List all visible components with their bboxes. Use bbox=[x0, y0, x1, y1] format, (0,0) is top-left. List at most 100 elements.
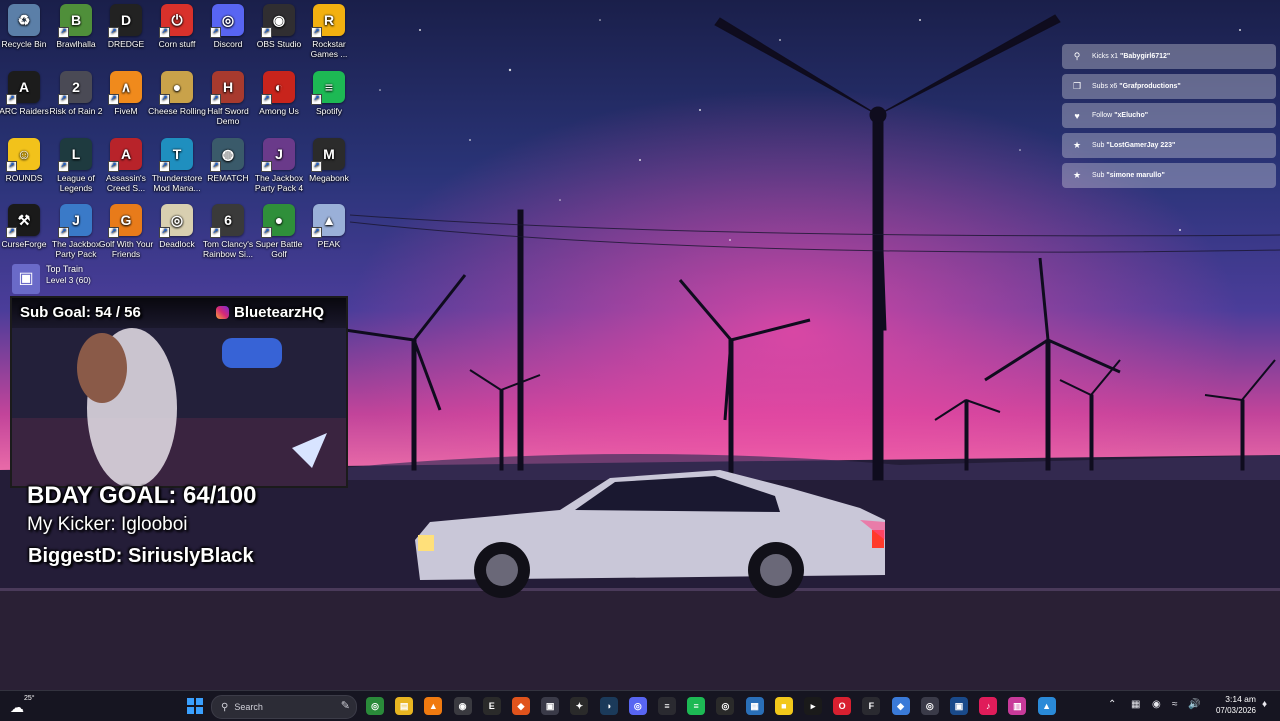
volume-icon[interactable]: 🔊 bbox=[1188, 699, 1200, 710]
shortcut-arrow-icon: ↗ bbox=[6, 161, 17, 172]
desktop-shortcut[interactable]: R ↗ Rockstar Games ... bbox=[299, 4, 359, 59]
show-hidden-icons[interactable]: ⌃ bbox=[1108, 699, 1116, 710]
blue-app-icon[interactable]: ▲ bbox=[1037, 697, 1056, 715]
shortcut-arrow-icon: ↗ bbox=[210, 94, 221, 105]
chrome-icon[interactable]: ◎ bbox=[366, 697, 384, 715]
alert-user: "Babygirl6712" bbox=[1120, 53, 1171, 60]
cheese-rolling-icon: ● ↗ bbox=[159, 71, 193, 105]
top-train-level: Level 3 (60) bbox=[46, 275, 91, 285]
channel-name: BluetearzHQ bbox=[234, 304, 325, 321]
wifi-icon[interactable]: ≈ bbox=[1172, 699, 1178, 710]
shortcut-arrow-icon: ↗ bbox=[108, 27, 119, 38]
vlc-icon[interactable]: ▲ bbox=[424, 697, 443, 715]
train-icon: ▣ bbox=[12, 264, 40, 294]
file-explorer-icon[interactable]: ▤ bbox=[395, 697, 414, 715]
recycle-bin-icon: ♻ bbox=[8, 4, 40, 36]
stream-alert: ♥ Follow "xElucho" bbox=[1062, 103, 1276, 129]
shortcut-arrow-icon: ↗ bbox=[6, 94, 17, 105]
tiktok-icon[interactable]: ♪ bbox=[979, 697, 998, 715]
spotify-icon[interactable]: ≡ bbox=[687, 697, 706, 715]
deadlock-icon: ◎ ↗ bbox=[159, 204, 193, 238]
desktop-shortcut-label: Megabonk bbox=[309, 173, 349, 183]
alert-type: Subs x6 bbox=[1092, 82, 1118, 90]
steam-icon[interactable]: ◑ bbox=[599, 697, 618, 715]
phone-link-icon[interactable]: ▥ bbox=[1008, 697, 1027, 715]
shortcut-arrow-icon: ↗ bbox=[6, 227, 17, 238]
desktop-shortcut-label: Rockstar Games ... bbox=[310, 39, 348, 59]
corn-stuff-icon: ⏻ ↗ bbox=[159, 4, 193, 38]
alert-user: "xElucho" bbox=[1114, 112, 1149, 120]
taskbar-search[interactable]: ⚲ Search ✎ bbox=[211, 695, 357, 719]
dredge-icon: D ↗ bbox=[108, 4, 142, 38]
fivem-icon: ∧ ↗ bbox=[108, 71, 142, 105]
golf-with-friends-icon: G ↗ bbox=[108, 204, 142, 238]
obs-icon[interactable]: ◉ bbox=[453, 697, 472, 715]
cloud-icon: ☁ bbox=[10, 699, 24, 715]
stream-alert: ⚲ Kicks x1 "Babygirl6712" bbox=[1062, 44, 1276, 69]
search-highlight-icon: ✎ bbox=[340, 700, 350, 712]
alert-text: Kicks x1 "Babygirl6712" bbox=[1088, 53, 1170, 60]
shortcut-arrow-icon: ↗ bbox=[159, 27, 170, 38]
rainbow-six-icon: 6 ↗ bbox=[210, 204, 244, 238]
alert-text: Sub "LostGamerJay 223" bbox=[1088, 142, 1175, 149]
opera-icon[interactable]: O bbox=[833, 697, 852, 715]
taskbar: ☁ 25° ⚲ Search ✎ ◎ ▤ ▲ ◉ E ◆ ▣ ✦ ◑ ◎ ≡ ≡ ◎ ▦ ■ ▸ O F ◆ ◎ ▣ ♪ ▥… bbox=[0, 690, 1280, 721]
circle-app-icon[interactable]: ◎ bbox=[920, 697, 939, 715]
sticky-notes-icon[interactable]: ■ bbox=[774, 697, 793, 715]
rounds-icon: ☺ ↗ bbox=[6, 138, 40, 172]
alert-type: Follow bbox=[1092, 112, 1113, 120]
desktop-shortcut[interactable]: M ↗ Megabonk bbox=[299, 138, 359, 183]
alert-text: Sub "simone marullo" bbox=[1088, 172, 1165, 179]
stream-alert: ❒ Subs x6 "Grafproductions" bbox=[1062, 73, 1276, 99]
brave-icon[interactable]: ◆ bbox=[512, 697, 530, 715]
shortcut-arrow-icon: ↗ bbox=[261, 94, 272, 105]
megabonk-icon: M ↗ bbox=[311, 138, 345, 172]
desktop-shortcut[interactable]: ≡ ↗ Spotify bbox=[299, 71, 359, 116]
desktop-shortcut-label: PEAK bbox=[317, 239, 341, 249]
start-button[interactable] bbox=[187, 698, 203, 714]
shortcut-arrow-icon: ↗ bbox=[311, 27, 322, 38]
notes-app-icon[interactable]: ▣ bbox=[541, 697, 560, 715]
weather-widget[interactable]: ☁ 25° bbox=[10, 695, 40, 717]
discord-icon[interactable]: ◎ bbox=[628, 697, 647, 715]
webcam-overlay: Sub Goal: 54 / 56 BluetearzHQ bbox=[10, 296, 348, 488]
shortcut-arrow-icon: ↗ bbox=[58, 227, 69, 238]
desktop-shortcut-label: Spotify bbox=[316, 106, 342, 116]
terminal-icon[interactable]: ▸ bbox=[804, 697, 822, 715]
shortcut-arrow-icon: ↗ bbox=[311, 94, 322, 105]
shortcut-arrow-icon: ↗ bbox=[159, 161, 170, 172]
microphone-icon[interactable]: ◉ bbox=[1152, 699, 1161, 710]
biggest-label: BiggestD: SiriuslyBlack bbox=[28, 545, 254, 567]
shortcut-arrow-icon: ↗ bbox=[58, 94, 69, 105]
diamond-app-icon[interactable]: ◆ bbox=[891, 697, 910, 715]
sub-goal-label: Sub Goal: 54 / 56 bbox=[20, 304, 141, 321]
clock[interactable]: 3:14 am 07/03/2026 bbox=[1204, 694, 1256, 716]
instagram-icon bbox=[216, 306, 229, 319]
xbox-icon[interactable]: ◎ bbox=[716, 697, 735, 715]
arc-raiders-icon: A ↗ bbox=[6, 71, 40, 105]
heart-icon: ♥ bbox=[1074, 110, 1080, 121]
capcut-icon[interactable]: ✦ bbox=[570, 697, 589, 715]
battery-icon[interactable]: ▦ bbox=[1131, 699, 1140, 710]
alert-type: Sub bbox=[1092, 142, 1105, 150]
epic-games-icon[interactable]: E bbox=[482, 697, 501, 715]
rockstar-games-icon: R ↗ bbox=[311, 4, 345, 38]
shortcut-arrow-icon: ↗ bbox=[261, 227, 272, 238]
stream-alert: ★ Sub "LostGamerJay 223" bbox=[1062, 133, 1276, 159]
brawlhalla-icon: B ↗ bbox=[58, 4, 92, 38]
shortcut-arrow-icon: ↗ bbox=[311, 161, 322, 172]
stream-alert: ★ Sub "simone marullo" bbox=[1062, 162, 1276, 188]
capture-app-icon[interactable]: ≡ bbox=[658, 697, 676, 715]
desktop-shortcut[interactable]: ▲ ↗ PEAK bbox=[299, 204, 359, 249]
star-icon: ★ bbox=[1072, 140, 1082, 151]
obs-studio-icon: ◉ ↗ bbox=[261, 4, 295, 38]
alert-text: Follow "xElucho" bbox=[1088, 112, 1148, 119]
assassins-creed-icon: A ↗ bbox=[108, 138, 142, 172]
star-icon: ★ bbox=[1072, 169, 1082, 180]
among-us-icon: ◐ ↗ bbox=[261, 71, 295, 105]
thunderstore-icon: T ↗ bbox=[159, 138, 193, 172]
notifications-bell-icon[interactable]: ♦ bbox=[1262, 699, 1267, 710]
f-app-icon[interactable]: F bbox=[862, 697, 881, 715]
photos-icon[interactable]: ▦ bbox=[745, 697, 764, 715]
media-app-icon[interactable]: ▣ bbox=[950, 697, 968, 715]
